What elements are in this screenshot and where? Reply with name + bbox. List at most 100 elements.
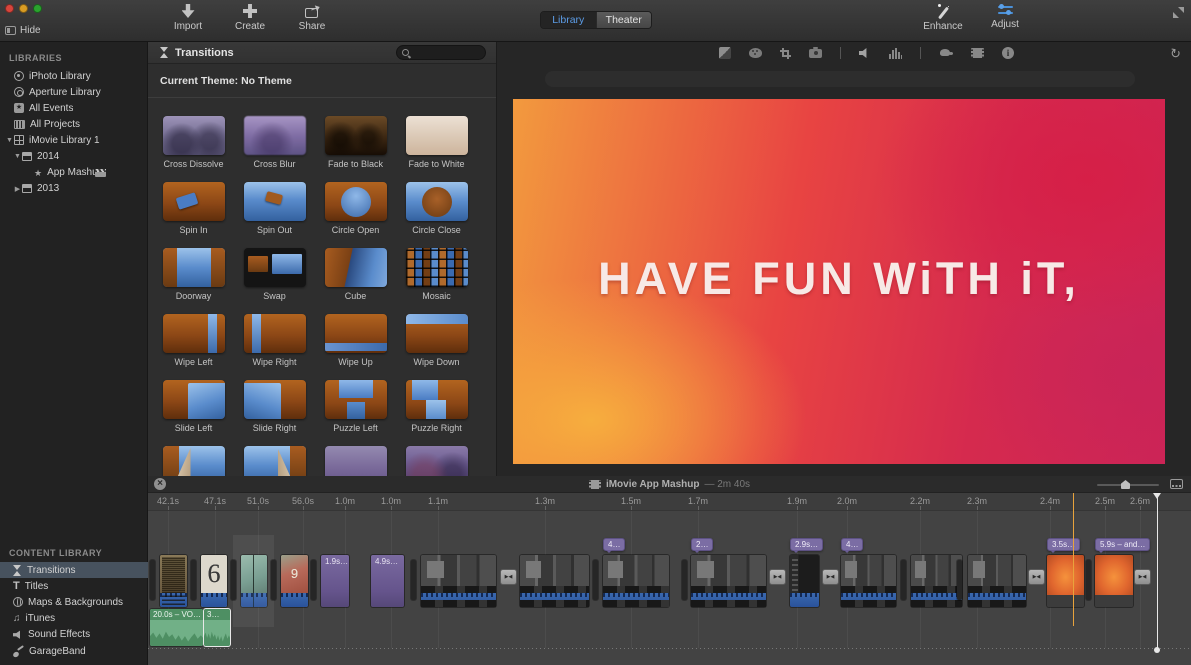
transition-item[interactable]: Spin Out (234, 182, 315, 235)
timeline-clip[interactable]: 2… (691, 555, 766, 607)
timeline-clip[interactable]: 2.9s… (790, 555, 819, 607)
timeline-clip[interactable] (241, 555, 267, 607)
sidebar-item-2014[interactable]: ▼2014 (0, 149, 148, 165)
transition-bar[interactable] (682, 560, 687, 600)
transition-item[interactable]: Circle Open (315, 182, 396, 235)
transition-thumbnail[interactable] (244, 248, 306, 287)
transition-thumbnail[interactable] (325, 314, 387, 353)
timeline-clip[interactable] (968, 555, 1026, 607)
timeline-clip[interactable] (911, 555, 962, 607)
disclosure-triangle-icon[interactable]: ▼ (5, 137, 14, 144)
crop-icon[interactable] (780, 48, 791, 59)
timeline-clip[interactable] (520, 555, 589, 607)
transition-item[interactable]: Wipe Down (396, 314, 477, 367)
transition-item[interactable]: Doorway (153, 248, 234, 301)
timeline-clip[interactable] (421, 555, 496, 607)
fullscreen-icon[interactable] (1173, 7, 1184, 18)
transition-item[interactable] (234, 446, 315, 476)
transition-thumbnail[interactable] (163, 380, 225, 419)
info-icon[interactable]: i (1002, 47, 1014, 59)
transition-bowtie-icon[interactable]: ▶◀ (769, 569, 786, 585)
sidebar-item-titles[interactable]: TTitles (0, 578, 148, 594)
zoom-window-button[interactable] (33, 4, 42, 13)
transition-thumbnail[interactable] (406, 248, 468, 287)
transition-thumbnail[interactable] (163, 248, 225, 287)
transition-item[interactable]: Slide Left (153, 380, 234, 433)
transition-thumbnail[interactable] (244, 380, 306, 419)
transition-thumbnail[interactable] (244, 314, 306, 353)
transition-bar[interactable] (901, 560, 906, 600)
timeline-ruler[interactable]: 42.1s47.1s51.0s56.0s1.0m1.0m1.1m1.3m1.5m… (148, 493, 1191, 511)
timeline-clip[interactable]: 3.5s… (1047, 555, 1084, 607)
enhance-button[interactable]: Enhance (921, 4, 965, 32)
transition-item[interactable]: Mosaic (396, 248, 477, 301)
transition-item[interactable]: Spin In (153, 182, 234, 235)
transition-item[interactable] (315, 446, 396, 476)
transition-thumbnail[interactable] (406, 380, 468, 419)
tab-library[interactable]: Library (541, 12, 596, 28)
speed-icon[interactable] (939, 49, 953, 57)
sidebar-item-maps-backgrounds[interactable]: Maps & Backgrounds (0, 594, 148, 610)
transition-bar[interactable] (271, 560, 276, 600)
sidebar-item-app-mashup[interactable]: ★App Mashup (0, 165, 148, 181)
transition-thumbnail[interactable] (325, 380, 387, 419)
create-button[interactable]: Create (228, 4, 272, 32)
transition-thumbnail[interactable] (163, 314, 225, 353)
sidebar-item-transitions[interactable]: Transitions (0, 562, 148, 578)
color-correction-icon[interactable] (749, 48, 762, 58)
transition-item[interactable]: Wipe Right (234, 314, 315, 367)
sidebar-item-garageband[interactable]: GarageBand (0, 643, 148, 659)
sidebar-item-all-events[interactable]: ★All Events (0, 100, 148, 116)
transition-item[interactable]: Cube (315, 248, 396, 301)
sidebar-item-itunes[interactable]: ♫iTunes (0, 611, 148, 627)
close-window-button[interactable] (5, 4, 14, 13)
transition-thumbnail[interactable] (406, 314, 468, 353)
clip-appearance-icon[interactable] (1170, 479, 1183, 489)
playhead[interactable] (1157, 493, 1158, 651)
timeline-clip[interactable]: 4… (841, 555, 896, 607)
transition-thumbnail[interactable] (325, 446, 387, 476)
transition-item[interactable]: Slide Right (234, 380, 315, 433)
color-balance-icon[interactable] (719, 47, 731, 59)
transition-thumbnail[interactable] (244, 116, 306, 155)
disclosure-triangle-icon[interactable]: ▼ (13, 153, 22, 160)
transition-bowtie-icon[interactable]: ▶◀ (1028, 569, 1045, 585)
transition-thumbnail[interactable] (325, 116, 387, 155)
transition-item[interactable]: Cross Dissolve (153, 116, 234, 169)
transition-bar[interactable] (150, 560, 155, 600)
transition-thumbnail[interactable] (163, 182, 225, 221)
transition-item[interactable]: Swap (234, 248, 315, 301)
transition-thumbnail[interactable] (163, 446, 225, 476)
sidebar-item-sound-effects[interactable]: Sound Effects (0, 627, 148, 643)
timeline-clip[interactable]: 4… (603, 555, 669, 607)
transition-item[interactable] (396, 446, 477, 476)
sidebar-item-2013[interactable]: ▶2013 (0, 181, 148, 197)
timeline-clip[interactable]: 4.9s… (371, 555, 404, 607)
transition-thumbnail[interactable] (406, 446, 468, 476)
transition-item[interactable]: Fade to Black (315, 116, 396, 169)
timeline-clip[interactable] (201, 555, 227, 607)
timeline-zoom-slider[interactable] (1097, 484, 1159, 486)
transition-bar[interactable] (411, 560, 416, 600)
transition-item[interactable]: Puzzle Left (315, 380, 396, 433)
audio-clip[interactable]: 20.0s – VO… (150, 609, 203, 646)
timeline-clip[interactable]: 5.9s – and… (1095, 555, 1133, 607)
stabilization-icon[interactable] (809, 49, 822, 58)
transition-item[interactable]: Wipe Left (153, 314, 234, 367)
volume-icon[interactable] (859, 48, 871, 59)
transition-bowtie-icon[interactable]: ▶◀ (1134, 569, 1151, 585)
transition-item[interactable] (153, 446, 234, 476)
transition-item[interactable]: Puzzle Right (396, 380, 477, 433)
transition-thumbnail[interactable] (244, 182, 306, 221)
transition-bar[interactable] (311, 560, 316, 600)
import-button[interactable]: Import (166, 4, 210, 32)
preview-canvas[interactable]: HAVE FUN WiTH iT, (513, 99, 1165, 464)
timeline-clip[interactable] (160, 555, 187, 607)
transition-item[interactable]: Fade to White (396, 116, 477, 169)
transition-thumbnail[interactable] (325, 248, 387, 287)
disclosure-triangle-icon[interactable]: ▶ (13, 185, 22, 193)
share-button[interactable]: Share (290, 4, 334, 32)
transition-thumbnail[interactable] (244, 446, 306, 476)
audio-levels-icon[interactable] (889, 48, 902, 59)
transition-thumbnail[interactable] (325, 182, 387, 221)
